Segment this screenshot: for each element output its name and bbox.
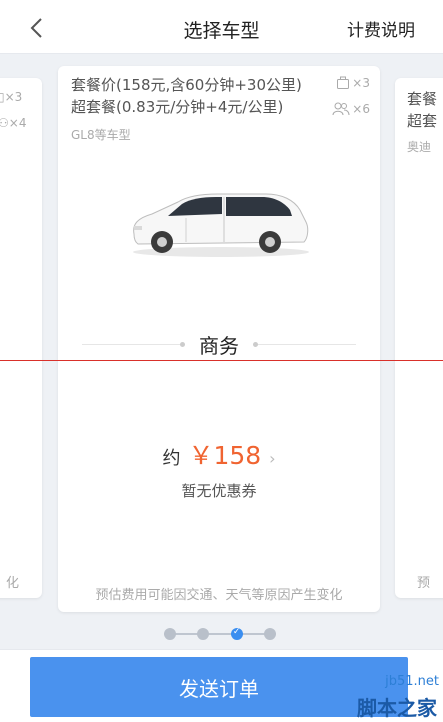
vehicle-card-next[interactable]: 套餐 超套 奥迪 预 [395,78,443,598]
passenger-capacity: ⚇×4 [0,116,27,130]
watermark: jb51.net 脚本之家 [305,670,443,722]
vehicle-card-selected[interactable]: 套餐价(158元,含60分钟+30公里) 超套餐(0.83元/分钟+4元/公里)… [58,66,380,612]
vehicle-image [133,193,309,257]
pager-dot-active[interactable] [230,627,243,640]
watermark-name: 脚本之家 [357,696,437,720]
price-prefix: 约 [162,448,181,469]
person-icon [332,102,350,116]
vehicle-model: 奥迪 [407,140,432,154]
divider-line [253,342,356,347]
divider-line [82,342,185,347]
passenger-capacity: ×6 [332,102,370,116]
luggage-capacity: ×3 [336,76,370,90]
guide-line [0,360,443,361]
top-bar: 选择车型 计费说明 [0,0,443,54]
package-price: 套餐价(158元,含60分钟+30公里) [71,76,302,94]
estimated-price[interactable]: 约 ￥158 › [58,436,380,472]
pager-dot[interactable] [264,628,276,640]
pager-dot[interactable] [164,628,176,640]
luggage-icon [337,76,350,89]
over-package-price: 超套餐(0.83元/分钟+4元/公里) [71,98,284,116]
category-divider: 商务 [82,330,356,359]
pager-track [170,633,270,635]
coupon-status: 暂无优惠券 [181,482,257,500]
package-price: 套餐 [407,90,438,108]
pricing-info-link[interactable]: 计费说明 [347,16,415,41]
over-package-price: 超套 [407,112,438,130]
card-note: 预 [417,576,431,591]
package-info: 套餐价(158元,含60分钟+30公里) 超套餐(0.83元/分钟+4元/公里) [71,74,321,118]
watermark-url: jb51.net [385,674,439,689]
vehicle-card-previous[interactable]: ▯×3 ⚇×4 化 [0,78,42,598]
card-pager[interactable] [164,626,276,642]
person-icon: ⚇ [0,116,9,130]
luggage-capacity: ▯×3 [0,90,23,104]
price-amount: ￥158 [188,441,262,470]
vehicle-category: 商务 [199,334,239,358]
chevron-right-icon: › [269,449,276,468]
pager-dot[interactable] [197,628,210,640]
card-note: 化 [6,576,20,591]
vehicle-model: GL8等车型 [71,128,131,142]
estimate-note: 预估费用可能因交通、天气等原因产生变化 [95,588,343,603]
